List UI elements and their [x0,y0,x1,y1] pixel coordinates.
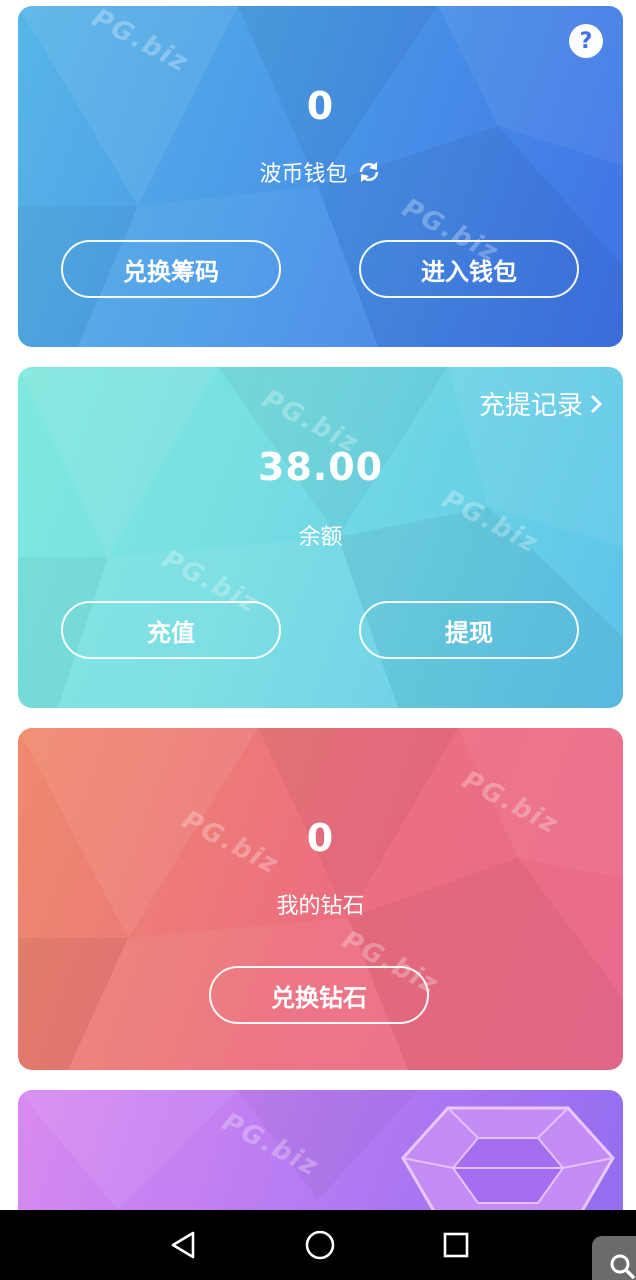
system-navigation-bar [0,1210,636,1280]
search-icon[interactable] [592,1236,636,1280]
back-triangle-icon[interactable] [165,1227,201,1263]
balance-card: 充提记录 PG.biz PG.biz PG.biz 38.00 余额 充值 提现 [18,367,623,708]
exchange-diamonds-button[interactable]: 兑换钻石 [209,966,429,1024]
recents-square-icon[interactable] [438,1227,474,1263]
home-circle-icon[interactable] [302,1227,338,1263]
deposit-button[interactable]: 充值 [61,601,281,659]
records-link-label: 充提记录 [478,391,583,421]
chevron-right-icon [589,393,603,415]
withdraw-button[interactable]: 提现 [359,601,579,659]
wallet-label-row: 波币钱包 [18,156,623,188]
balance-label: 余额 [298,525,343,550]
refresh-icon[interactable] [356,159,382,185]
exchange-chips-button[interactable]: 兑换筹码 [61,240,281,298]
wallet-value: 0 [306,84,335,128]
diamond-card: PG.biz PG.biz PG.biz 0 我的钻石 兑换钻石 [18,728,623,1070]
deposit-withdraw-records-link[interactable]: 充提记录 [479,385,603,422]
wallet-card: ? PG.biz PG.biz 0 波币钱包 兑换筹码 进入钱包 [18,6,623,347]
help-icon[interactable]: ? [569,24,603,58]
diamond-value: 0 [306,816,335,860]
wallet-label: 波币钱包 [259,162,348,187]
screen: ? PG.biz PG.biz 0 波币钱包 兑换筹码 进入钱包 充提记录 PG… [0,0,636,1280]
enter-wallet-button[interactable]: 进入钱包 [359,240,579,298]
diamond-label: 我的钻石 [276,894,365,919]
balance-value: 38.00 [257,445,384,489]
gem-icon [401,1106,615,1220]
